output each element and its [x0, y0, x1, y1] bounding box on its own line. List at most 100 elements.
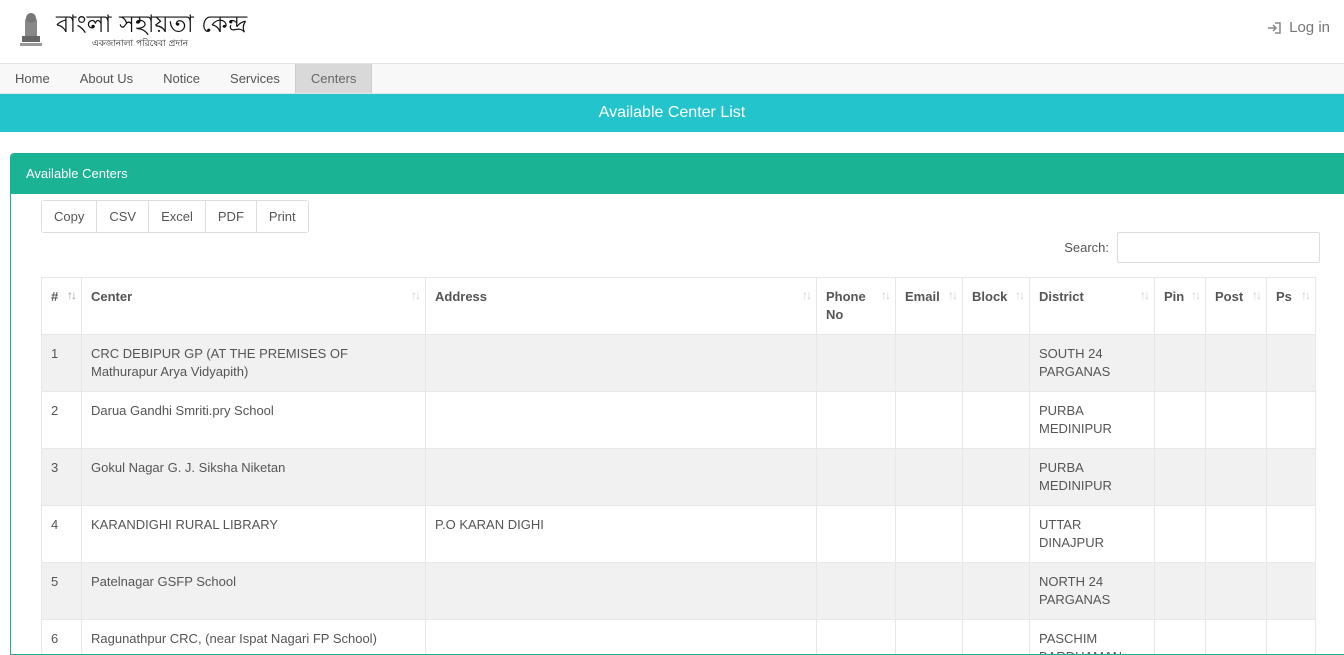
sort-icon: ↑↓: [881, 288, 891, 302]
cell-pin: [1154, 562, 1206, 620]
cell-email: [895, 448, 963, 506]
cell-pin: [1154, 334, 1206, 392]
sort-icon: ↑↓: [411, 288, 421, 302]
table-row: 4 KARANDIGHI RURAL LIBRARY P.O KARAN DIGHI…: [41, 505, 1316, 563]
sign-in-icon: [1268, 21, 1281, 34]
cell-num: 4: [41, 505, 82, 563]
cell-post: [1205, 505, 1267, 563]
login-label: Log in: [1289, 19, 1330, 36]
csv-button[interactable]: CSV: [97, 201, 150, 232]
col-header-block[interactable]: Block ↑↓: [962, 277, 1030, 335]
cell-post: [1205, 334, 1267, 392]
search-box: Search:: [1064, 232, 1320, 263]
col-header-num[interactable]: # ↑↓: [41, 277, 82, 335]
cell-block: [962, 505, 1030, 563]
copy-button[interactable]: Copy: [42, 201, 98, 232]
cell-address: [425, 334, 817, 392]
cell-post: [1205, 562, 1267, 620]
cell-center: Ragunathpur CRC, (near Ispat Nagari FP S…: [81, 619, 426, 654]
cell-district: UTTAR DINAJPUR: [1029, 505, 1155, 563]
col-header-district[interactable]: District ↑↓: [1029, 277, 1155, 335]
cell-district: PURBA MEDINIPUR: [1029, 391, 1155, 449]
cell-district: PURBA MEDINIPUR: [1029, 448, 1155, 506]
table-row: 3 Gokul Nagar G. J. Siksha Niketan PURBA M…: [41, 448, 1316, 506]
table-row: 5 Patelnagar GSFP School NORTH 24 PARGANAS: [41, 562, 1316, 620]
sort-icon: ↑↓: [1191, 288, 1201, 302]
table-row: 2 Darua Gandhi Smriti.pry School PURBA MED…: [41, 391, 1316, 449]
cell-center: Darua Gandhi Smriti.pry School: [81, 391, 426, 449]
pdf-button[interactable]: PDF: [205, 201, 257, 232]
cell-phone: [816, 334, 896, 392]
cell-block: [962, 562, 1030, 620]
excel-button[interactable]: Excel: [149, 201, 206, 232]
table-row: 1 CRC DEBIPUR GP (AT THE PREMISES OF Math…: [41, 334, 1316, 392]
cell-center: CRC DEBIPUR GP (AT THE PREMISES OF Mathu…: [81, 334, 426, 392]
cell-post: [1205, 448, 1267, 506]
nav-centers[interactable]: Centers: [294, 64, 373, 93]
cell-email: [895, 562, 963, 620]
search-label: Search:: [1064, 240, 1109, 255]
cell-phone: [816, 391, 896, 449]
cell-address: [425, 391, 817, 449]
col-header-center[interactable]: Center ↑↓: [81, 277, 426, 335]
cell-post: [1205, 391, 1267, 449]
col-header-address[interactable]: Address ↑↓: [425, 277, 817, 335]
cell-pin: [1154, 619, 1206, 654]
cell-phone: [816, 619, 896, 654]
sort-icon: ↑↓: [1015, 288, 1025, 302]
cell-block: [962, 448, 1030, 506]
cell-address: [425, 448, 817, 506]
search-input[interactable]: [1117, 232, 1320, 263]
nav-home[interactable]: Home: [0, 64, 65, 93]
print-button[interactable]: Print: [256, 201, 308, 232]
cell-num: 5: [41, 562, 82, 620]
table-row: 6 Ragunathpur CRC, (near Ispat Nagari FP …: [41, 619, 1316, 654]
cell-phone: [816, 448, 896, 506]
site-subtitle: একজানালা পরিষেবা প্রদান: [92, 39, 189, 49]
cell-center: KARANDIGHI RURAL LIBRARY: [81, 505, 426, 563]
cell-num: 6: [41, 619, 82, 654]
table-body: 1 CRC DEBIPUR GP (AT THE PREMISES OF Math…: [41, 334, 1316, 654]
col-header-phone[interactable]: Phone No ↑↓: [816, 277, 896, 335]
sort-icon: ↑↓: [1140, 288, 1150, 302]
state-emblem-icon: [20, 13, 42, 46]
cell-phone: [816, 505, 896, 563]
nav-notice[interactable]: Notice: [148, 64, 215, 93]
cell-ps: [1266, 334, 1316, 392]
col-header-pin[interactable]: Pin ↑↓: [1154, 277, 1206, 335]
top-header: বাংলা সহায়তা কেন্দ্র একজানালা পরিষেবা প…: [0, 0, 1344, 64]
cell-email: [895, 505, 963, 563]
cell-pin: [1154, 505, 1206, 563]
export-buttons: Copy CSV Excel PDF Print: [41, 200, 309, 233]
cell-num: 1: [41, 334, 82, 392]
cell-address: P.O KARAN DIGHI: [425, 505, 817, 563]
cell-post: [1205, 619, 1267, 654]
sort-icon: ↑↓: [1301, 288, 1311, 302]
cell-district: PASCHIM BARDHAMAN: [1029, 619, 1155, 654]
cell-center: Patelnagar GSFP School: [81, 562, 426, 620]
centers-panel: Available Centers Copy CSV Excel PDF Pri…: [10, 153, 1344, 655]
cell-ps: [1266, 505, 1316, 563]
cell-center: Gokul Nagar G. J. Siksha Niketan: [81, 448, 426, 506]
cell-district: SOUTH 24 PARGANAS: [1029, 334, 1155, 392]
table-header-row: # ↑↓ Center ↑↓ Address ↑↓ Phone No ↑↓ Email ↑…: [41, 277, 1316, 335]
cell-pin: [1154, 448, 1206, 506]
login-link[interactable]: Log in: [1267, 19, 1330, 36]
cell-phone: [816, 562, 896, 620]
cell-block: [962, 334, 1030, 392]
nav-services[interactable]: Services: [215, 64, 295, 93]
cell-email: [895, 619, 963, 654]
centers-table: # ↑↓ Center ↑↓ Address ↑↓ Phone No ↑↓ Email ↑…: [41, 277, 1316, 654]
main-nav: Home About Us Notice Services Centers: [0, 64, 1344, 94]
panel-heading: Available Centers: [11, 154, 1344, 194]
cell-num: 2: [41, 391, 82, 449]
col-header-ps[interactable]: Ps ↑↓: [1266, 277, 1316, 335]
col-header-post[interactable]: Post ↑↓: [1205, 277, 1267, 335]
cell-email: [895, 334, 963, 392]
cell-ps: [1266, 448, 1316, 506]
cell-address: [425, 619, 817, 654]
sort-icon: ↑↓: [802, 288, 812, 302]
nav-about-us[interactable]: About Us: [65, 64, 148, 93]
col-header-email[interactable]: Email ↑↓: [895, 277, 963, 335]
cell-ps: [1266, 391, 1316, 449]
